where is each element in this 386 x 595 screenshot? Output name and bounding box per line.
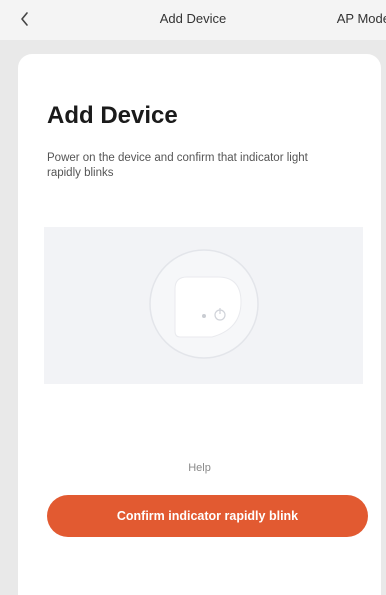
instruction-text: Power on the device and confirm that ind… xyxy=(47,152,308,179)
ap-mode-link[interactable]: AP Mode xyxy=(337,11,386,26)
help-link[interactable]: Help xyxy=(18,462,381,474)
content-card: Add Device Power on the device and confi… xyxy=(18,54,381,595)
confirm-indicator-button[interactable]: Confirm indicator rapidly blink xyxy=(47,495,368,537)
nav-title: Add Device xyxy=(159,11,227,26)
top-nav-bar: Add Device AP Mode xyxy=(0,0,386,40)
smart-plug-icon xyxy=(149,249,259,359)
device-illustration xyxy=(44,227,363,384)
page-title: Add Device xyxy=(47,102,178,129)
